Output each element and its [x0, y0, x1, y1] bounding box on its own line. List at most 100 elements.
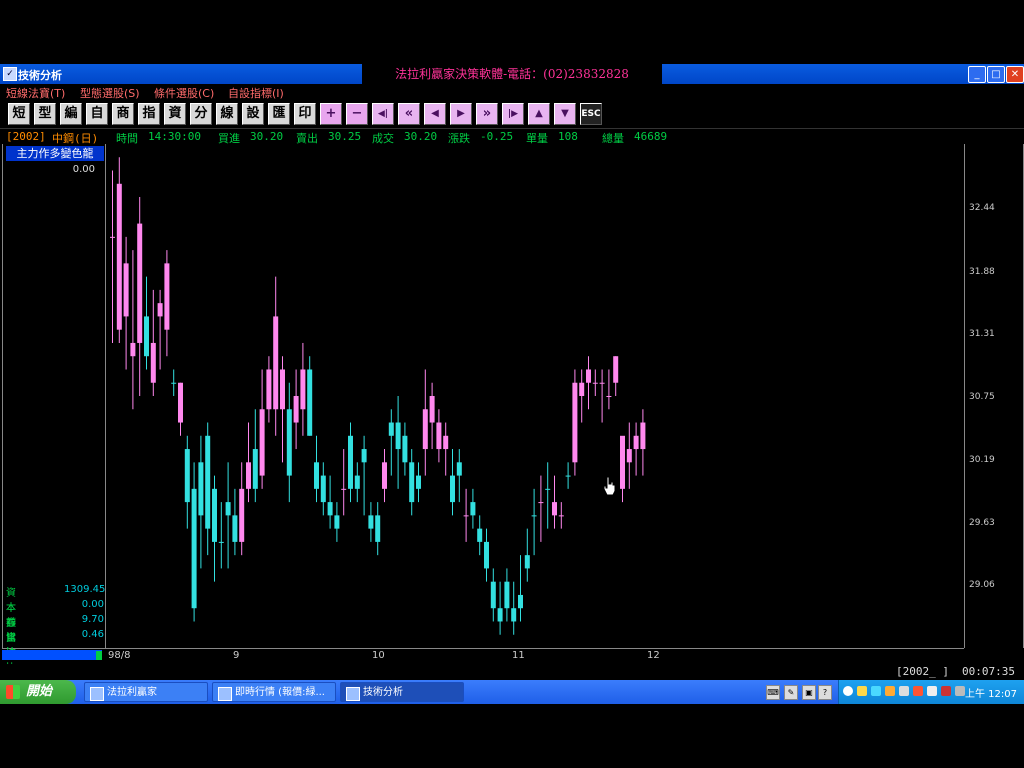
tb-pattern-button[interactable]: 型 [34, 103, 56, 125]
zoom-in-button[interactable]: + [320, 103, 342, 125]
candle-body [354, 475, 360, 489]
windows-logo-icon [6, 685, 20, 699]
tb-edit-button[interactable]: 編 [60, 103, 82, 125]
x-tick-label: 98/8 [108, 650, 131, 661]
tb-custom-button[interactable]: 自 [86, 103, 108, 125]
candle-body [463, 515, 469, 517]
help-icon[interactable]: ? [818, 685, 832, 700]
candle-body [443, 435, 449, 450]
minimize-button[interactable]: _ [968, 66, 986, 83]
scroll-up-button[interactable]: ▲ [528, 103, 550, 125]
candle [511, 581, 517, 635]
tray-network-icon[interactable] [955, 686, 965, 696]
step-back-button[interactable]: ◀ [424, 103, 446, 125]
candle [409, 449, 415, 516]
taskbar-item-technical[interactable]: 技術分析 [340, 682, 464, 702]
candle [307, 356, 313, 436]
candle [456, 449, 462, 503]
maximize-button[interactable]: □ [987, 66, 1005, 83]
tb-line-button[interactable]: 線 [216, 103, 238, 125]
candle [361, 435, 367, 516]
indicator-title[interactable]: 主力作多變色龍 [6, 146, 104, 161]
chart-scroll-thumb[interactable] [96, 651, 102, 660]
page-forward-button[interactable]: » [476, 103, 498, 125]
candle [606, 369, 612, 410]
candle-body [320, 475, 326, 503]
candle [137, 197, 143, 396]
candle-body [626, 449, 632, 463]
scroll-down-button[interactable]: ▼ [554, 103, 576, 125]
candle [252, 409, 258, 503]
tray-app-icon[interactable] [927, 686, 937, 696]
tb-print-button[interactable]: 印 [294, 103, 316, 125]
menu-custom-indicator[interactable]: 自設指標(I) [228, 85, 284, 101]
y-tick-label: 30.19 [969, 455, 995, 465]
menu-pattern-screener[interactable]: 型態選股(S) [80, 85, 140, 101]
tray-antivirus-icon[interactable] [941, 686, 951, 696]
taskbar-item-quotes[interactable]: 即時行情 (報價:緑... [212, 682, 336, 702]
menu-short-term[interactable]: 短線法寶(T) [6, 85, 65, 101]
page-back-button[interactable]: « [398, 103, 420, 125]
x-tick-label: 10 [372, 650, 385, 661]
zoom-out-button[interactable]: − [346, 103, 368, 125]
candle [565, 462, 571, 489]
tray-app-icon[interactable] [899, 686, 909, 696]
candle-body [157, 303, 163, 317]
quote-time: 14:30:00 [148, 130, 201, 143]
tray-app-icon[interactable] [913, 686, 923, 696]
keyboard-icon[interactable]: ⌨ [766, 685, 780, 700]
last-bar-button[interactable]: |▶ [502, 103, 524, 125]
chart-scrollbar[interactable] [2, 650, 102, 660]
candle [552, 475, 557, 529]
tb-settings-button[interactable]: 設 [242, 103, 264, 125]
candle [620, 435, 625, 503]
tray-expand-icon[interactable] [843, 686, 853, 696]
candle [518, 555, 523, 622]
first-bar-button[interactable]: ◀| [372, 103, 394, 125]
candle [436, 409, 442, 463]
tray-app-icon[interactable] [871, 686, 881, 696]
candle-body [477, 528, 483, 542]
candle [320, 462, 326, 516]
candle [579, 369, 585, 423]
tb-minute-button[interactable]: 分 [190, 103, 212, 125]
close-button[interactable]: ✕ [1006, 66, 1024, 83]
tb-data-button[interactable]: 資 [164, 103, 186, 125]
stat-value-pe: 0.00 [81, 599, 104, 610]
menu-condition-screener[interactable]: 條件選股(C) [154, 85, 214, 101]
escape-button[interactable]: ESC [580, 103, 602, 125]
tray-app-icon[interactable] [857, 686, 867, 696]
candle-body [184, 449, 190, 503]
monitor-icon[interactable]: ▣ [802, 685, 816, 700]
chart-app-icon: ✓ [3, 67, 17, 81]
pen-icon[interactable]: ✎ [784, 685, 798, 700]
candle [368, 502, 374, 542]
tb-short-button[interactable]: 短 [8, 103, 30, 125]
candle [184, 435, 190, 529]
start-button[interactable]: 開始 [0, 680, 76, 704]
tb-commodity-button[interactable]: 商 [112, 103, 134, 125]
candle [572, 369, 578, 476]
candle [354, 462, 360, 503]
candle-body [218, 541, 224, 543]
tray-app-icon[interactable] [885, 686, 895, 696]
candle-body [150, 342, 156, 383]
y-tick-label: 30.75 [969, 392, 995, 402]
candle [280, 356, 285, 463]
candle-body [368, 515, 374, 529]
candle [504, 568, 510, 622]
taskbar-item-ferrari[interactable]: 法拉利贏家 [84, 682, 208, 702]
candle [205, 422, 211, 556]
candle-body [402, 435, 408, 463]
candle [212, 475, 217, 582]
candle-body [586, 369, 591, 383]
tb-indicator-button[interactable]: 指 [138, 103, 160, 125]
tb-export-button[interactable]: 匯 [268, 103, 290, 125]
taskbar-item-label: 技術分析 [363, 687, 403, 698]
candlestick-plot[interactable] [104, 144, 964, 649]
candle [341, 449, 347, 516]
candle [443, 422, 449, 476]
candlestick-svg[interactable] [104, 144, 964, 648]
step-forward-button[interactable]: ▶ [450, 103, 472, 125]
candle-body [307, 369, 313, 436]
